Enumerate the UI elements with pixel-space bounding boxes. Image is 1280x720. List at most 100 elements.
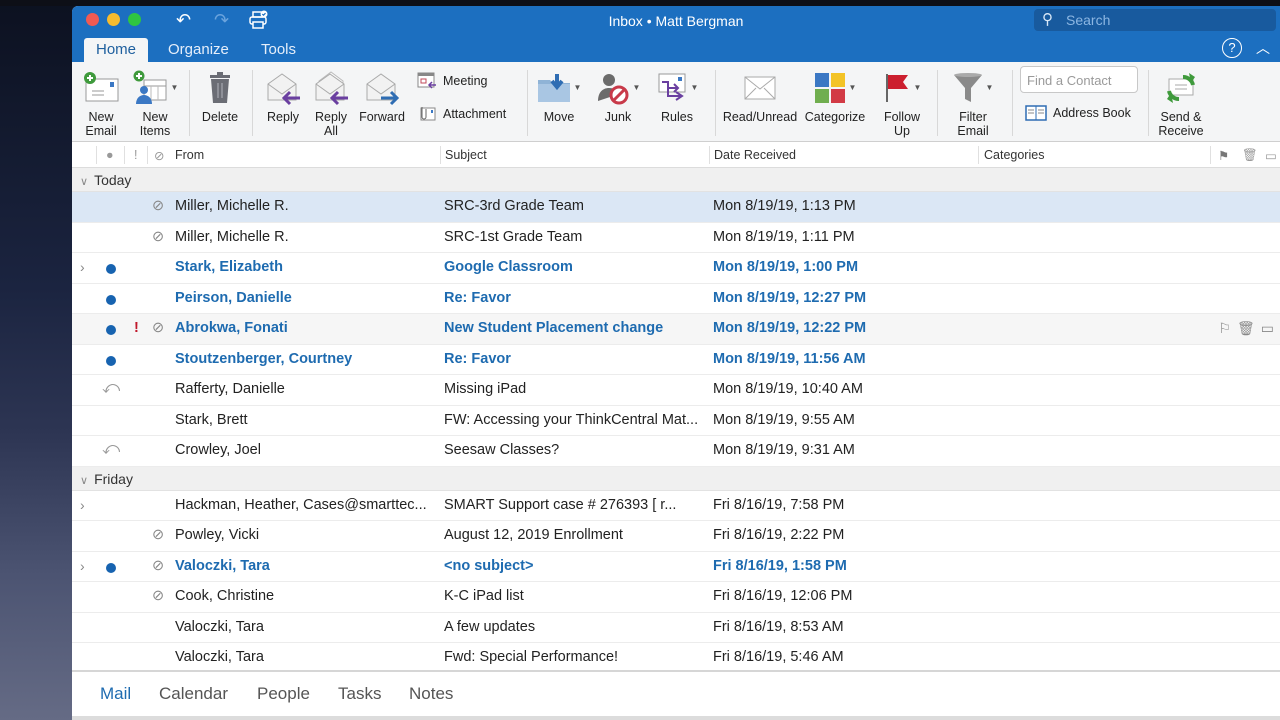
ribbon-separator [1148, 70, 1149, 136]
importance-column-header[interactable]: ! [134, 148, 137, 162]
message-row[interactable]: ⊘ Cook, Christine K-C iPad list Fri 8/16/19… [72, 582, 1280, 613]
message-subject: August 12, 2019 Enrollment [444, 527, 623, 543]
filter-email-label: Filter Email [957, 110, 989, 138]
group-header[interactable]: ∨ Friday [72, 466, 1280, 491]
nav-people[interactable]: People [257, 684, 310, 704]
unread-column-header[interactable]: ● [106, 148, 114, 162]
new-items-button[interactable]: ▼ New Items [130, 66, 180, 138]
message-subject: SRC-3rd Grade Team [444, 198, 584, 214]
find-contact-input[interactable]: Find a Contact [1020, 66, 1138, 93]
message-date: Mon 8/19/19, 11:56 AM [713, 350, 866, 367]
categorize-button[interactable]: ▼ Categorize [802, 66, 868, 124]
message-from: Cook, Christine [175, 588, 275, 604]
column-separator [709, 146, 710, 164]
date-column-header[interactable]: Date Received [714, 148, 796, 162]
chevron-right-icon[interactable]: › [80, 497, 85, 513]
message-date: Mon 8/19/19, 1:11 PM [713, 228, 855, 245]
ribbon-separator [527, 70, 528, 136]
attachment-icon: ⊘ [152, 228, 165, 245]
from-column-header[interactable]: From [175, 148, 204, 162]
message-row[interactable]: Valoczki, Tara Fwd: Special Performance! F… [72, 643, 1280, 670]
junk-button[interactable]: ▼ Junk [592, 66, 644, 124]
message-row[interactable]: ⤺ Crowley, Joel Seesaw Classes? Mon 8/19/19… [72, 436, 1280, 467]
message-from: Crowley, Joel [175, 442, 261, 458]
help-icon[interactable]: ? [1222, 38, 1242, 58]
message-from: Rafferty, Danielle [175, 381, 285, 397]
send-receive-icon [1154, 66, 1208, 110]
message-subject: New Student Placement change [444, 320, 664, 336]
search-input[interactable]: ⚲ Search [1034, 9, 1276, 31]
unread-dot-icon[interactable] [106, 355, 116, 366]
chevron-down-icon[interactable]: ∨ [80, 176, 88, 188]
move-button[interactable]: ▼ Move [534, 66, 584, 124]
message-row[interactable]: ⤺ Rafferty, Danielle Missing iPad Mon 8/19/… [72, 375, 1280, 406]
unread-dot-icon[interactable] [106, 264, 116, 274]
unread-dot-icon[interactable] [106, 562, 116, 573]
read-unread-label: Read/Unread [722, 110, 798, 124]
chevron-right-icon[interactable]: › [80, 558, 85, 574]
attachment-icon: ⊘ [152, 588, 165, 604]
unread-dot-icon[interactable] [106, 294, 116, 305]
nav-tasks[interactable]: Tasks [338, 684, 381, 704]
forward-button[interactable]: Forward [357, 66, 407, 124]
message-row[interactable]: › ⊘ Valoczki, Tara <no subject> Fri 8/16/19,… [72, 551, 1280, 582]
message-from: Hackman, Heather, Cases@smarttec... [175, 496, 427, 513]
archive-column-icon[interactable]: ▭ [1265, 148, 1277, 163]
message-row[interactable]: › Hackman, Heather, Cases@smarttec... SMAR… [72, 490, 1280, 521]
subject-column-header[interactable]: Subject [445, 148, 487, 162]
message-from: Peirson, Danielle [175, 289, 292, 306]
read-unread-button[interactable]: Read/Unread [722, 66, 798, 124]
filter-email-button[interactable]: ▼ Filter Email [945, 66, 1001, 138]
reply-button[interactable]: Reply [262, 66, 304, 124]
rules-icon: ▼ [652, 66, 702, 110]
tab-organize[interactable]: Organize [156, 38, 241, 62]
reply-all-button[interactable]: Reply All [309, 66, 353, 138]
message-row[interactable]: ⊘ Powley, Vicki August 12, 2019 Enrollment… [72, 521, 1280, 552]
tab-home[interactable]: Home [84, 38, 149, 62]
nav-calendar[interactable]: Calendar [159, 684, 228, 704]
message-subject: FW: Accessing your ThinkCentral Mat... [444, 411, 699, 428]
archive-icon[interactable]: ▭ [1261, 320, 1280, 336]
message-from: Powley, Vicki [175, 527, 260, 543]
message-row[interactable]: ⊘ Miller, Michelle R. SRC-1st Grade Team Mo… [72, 222, 1280, 253]
message-row[interactable]: ! ⊘ Abrokwa, Fonati New Student Placement c… [72, 314, 1280, 345]
group-label: Friday [94, 470, 133, 487]
trash-icon [198, 66, 242, 110]
delete-column-icon[interactable]: 🗑 [1242, 148, 1258, 163]
unread-dot-icon[interactable] [106, 325, 116, 335]
message-from: Stark, Elizabeth [175, 259, 283, 275]
tab-tools[interactable]: Tools [249, 38, 308, 62]
message-row[interactable]: Peirson, Danielle Re: Favor Mon 8/19/19, 1… [72, 283, 1280, 314]
message-row[interactable]: Stark, Brett FW: Accessing your ThinkCent… [72, 405, 1280, 436]
message-subject: A few updates [444, 618, 536, 635]
rules-button[interactable]: ▼ Rules [652, 66, 702, 124]
delete-button[interactable]: Delete [198, 66, 242, 124]
message-row[interactable]: Valoczki, Tara A few updates Fri 8/16/19, … [72, 612, 1280, 643]
nav-notes[interactable]: Notes [409, 684, 453, 704]
message-from: Miller, Michelle R. [175, 228, 289, 245]
categories-column-header[interactable]: Categories [984, 148, 1044, 162]
message-row[interactable]: › Stark, Elizabeth Google Classroom Mon 8/1… [72, 253, 1280, 284]
message-from: Stark, Brett [175, 411, 248, 428]
send-receive-button[interactable]: Send & Receive [1154, 66, 1208, 138]
flag-column-icon[interactable]: ⚑ [1218, 148, 1229, 163]
message-date: Mon 8/19/19, 9:55 AM [713, 411, 855, 428]
row-quick-actions[interactable]: ⚐🗑▭ [1218, 320, 1280, 337]
flag-icon[interactable]: ⚐ [1218, 320, 1237, 336]
group-header[interactable]: ∨ Today [72, 168, 1280, 192]
new-email-button[interactable]: New Email [80, 66, 122, 138]
message-row[interactable]: ⊘ Miller, Michelle R. SRC-3rd Grade Team Mo… [72, 192, 1280, 223]
attachment-button[interactable]: Attachment [417, 105, 506, 123]
address-book-button[interactable]: Address Book [1025, 104, 1131, 122]
chevron-down-icon[interactable]: ∨ [80, 475, 88, 487]
collapse-ribbon-icon[interactable]: ︿ [1256, 38, 1270, 58]
chevron-right-icon[interactable]: › [80, 259, 85, 275]
message-date: Mon 8/19/19, 10:40 AM [713, 381, 863, 397]
message-row[interactable]: Stoutzenberger, Courtney Re: Favor Mon 8/1… [72, 344, 1280, 375]
nav-mail[interactable]: Mail [100, 684, 131, 704]
attachment-icon: ⊘ [152, 198, 165, 214]
follow-up-button[interactable]: ▼ Follow Up [875, 66, 929, 138]
attachment-column-icon[interactable]: ⊘ [154, 148, 164, 163]
meeting-button[interactable]: Meeting [417, 72, 487, 90]
trash-icon[interactable]: 🗑 [1237, 320, 1261, 336]
